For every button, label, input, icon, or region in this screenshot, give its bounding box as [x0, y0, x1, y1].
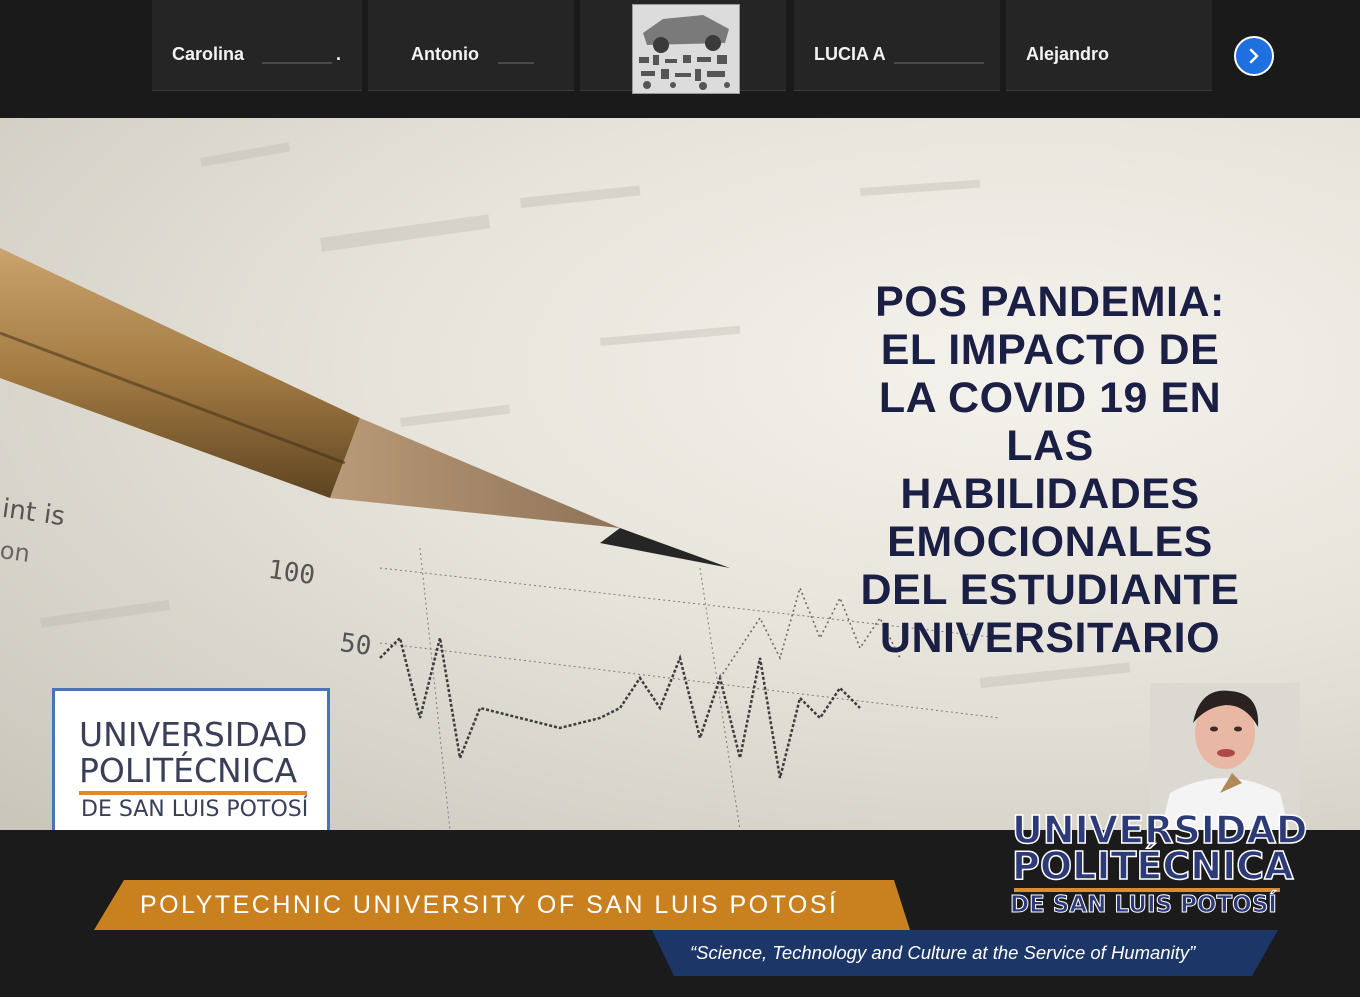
participant-name-suffix: . — [336, 44, 342, 64]
bottom-banner: POLYTECHNIC UNIVERSITY OF SAN LUIS POTOS… — [0, 809, 1360, 997]
shared-slide: int is on 100 50 POS PANDEMIA: EL IMPACT… — [0, 118, 1360, 830]
name-redaction — [262, 62, 332, 64]
slide-title: POS PANDEMIA: EL IMPACTO DE LA COVID 19 … — [800, 278, 1300, 662]
slide-title-line: UNIVERSITARIO — [879, 614, 1221, 662]
name-redaction — [894, 62, 984, 64]
slide-university-logo: UNIVERSIDAD POLITÉCNICA DE SAN LUIS POTO… — [52, 688, 330, 830]
university-english-band: POLYTECHNIC UNIVERSITY OF SAN LUIS POTOS… — [94, 880, 910, 930]
university-english-name: POLYTECHNIC UNIVERSITY OF SAN LUIS POTOS… — [140, 891, 839, 919]
participant-tile-lucia[interactable]: LUCIA A — [794, 0, 1000, 91]
logo-line: POLITÉCNICA — [1011, 844, 1294, 888]
participant-name: Alejandro — [1026, 44, 1110, 64]
logo-divider — [79, 791, 307, 795]
university-motto: “Science, Technology and Culture at the … — [690, 942, 1196, 963]
next-participants-button[interactable] — [1234, 36, 1274, 76]
slide-title-line: LA COVID 19 EN — [878, 374, 1222, 422]
name-redaction — [498, 62, 534, 64]
participant-name: LUCIA A — [814, 44, 886, 64]
participant-tile-alejandro[interactable]: Alejandro — [1006, 0, 1212, 91]
participant-video-thumbnail — [632, 4, 740, 94]
slide-title-line: DEL ESTUDIANTE — [860, 566, 1240, 614]
paper-tick-label: 50 — [338, 627, 374, 663]
slide-title-line: EMOCIONALES — [887, 518, 1213, 566]
chevron-right-icon — [1249, 48, 1259, 64]
logo-line: POLITÉCNICA — [79, 751, 298, 790]
participant-name: Antonio — [411, 44, 479, 64]
logo-line: UNIVERSIDAD — [79, 715, 308, 754]
slide-title-line: HABILIDADES — [900, 470, 1200, 518]
slide-title-line: LAS — [1006, 422, 1094, 470]
participant-name: Carolina — [172, 44, 245, 64]
paper-text-fragment: on — [0, 536, 32, 568]
motto-band: “Science, Technology and Culture at the … — [652, 930, 1278, 976]
slide-title-line: POS PANDEMIA: — [875, 278, 1225, 326]
participant-strip: Carolina . Antonio LUCIA A Alejandro — [0, 0, 1360, 118]
logo-line: DE SAN LUIS POTOSÍ — [81, 797, 309, 822]
logo-line: DE SAN LUIS POTOSÍ — [1010, 892, 1278, 919]
banner-university-logo: UNIVERSIDAD POLITÉCNICA DE SAN LUIS POTO… — [1006, 809, 1309, 930]
slide-title-line: EL IMPACTO DE — [880, 326, 1220, 374]
participant-tile-antonio[interactable]: Antonio — [368, 0, 574, 91]
paper-tick-label: 100 — [266, 554, 317, 592]
participant-tile-carolina[interactable]: Carolina . — [152, 0, 362, 91]
car-parts-image — [633, 5, 739, 93]
